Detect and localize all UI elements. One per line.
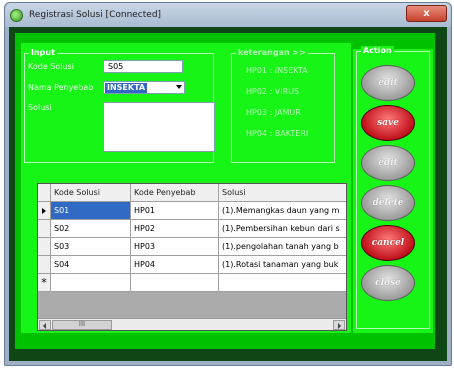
arrow-right-icon — [338, 323, 341, 329]
form-inner-background: Input Kode Solusi S05 Nama Penyebab INSE… — [15, 33, 435, 349]
row-header[interactable] — [38, 238, 51, 256]
close-window-button[interactable]: x — [406, 5, 447, 22]
client-area: Input Kode Solusi S05 Nama Penyebab INSE… — [9, 27, 447, 361]
keterangan-item: HP04 : BAKTERI — [246, 129, 309, 138]
close-button[interactable]: close — [361, 265, 415, 301]
edit-button[interactable]: edit — [361, 65, 415, 101]
cell-kode-solusi[interactable]: S01 — [51, 202, 131, 220]
current-row-pointer-icon — [42, 208, 46, 214]
cell-kode-solusi[interactable]: S03 — [51, 238, 131, 256]
delete-button[interactable]: delete — [361, 185, 415, 221]
action-panel: Action edit save edit delete cancel clos… — [353, 46, 433, 333]
arrow-left-icon — [43, 323, 46, 329]
cell-solusi[interactable]: (1).Pembersihan kebun dari s — [219, 220, 346, 238]
table-row[interactable]: S01 HP01 (1).Memangkas daun yang m — [38, 202, 346, 220]
keterangan-item: HP03 : JAMUR — [246, 108, 301, 117]
edit-button-2[interactable]: edit — [361, 145, 415, 181]
cell-kode-penyebab[interactable]: HP03 — [131, 238, 219, 256]
app-window: Registrasi Solusi [Connected] x Input Ko… — [4, 2, 452, 366]
table-row[interactable]: S02 HP02 (1).Pembersihan kebun dari s — [38, 220, 346, 238]
keterangan-item: HP01 : INSEKTA — [246, 66, 308, 75]
kode-solusi-label: Kode Solusi — [28, 62, 74, 71]
keterangan-item: HP02 : VIRUS — [246, 87, 300, 96]
keterangan-groupbox: keterangan >> HP01 : INSEKTA HP02 : VIRU… — [231, 48, 335, 163]
input-legend: Input — [29, 48, 57, 57]
window-title: Registrasi Solusi [Connected] — [29, 10, 162, 20]
scroll-left-button[interactable] — [39, 320, 51, 330]
solusi-datagrid[interactable]: Kode Solusi Kode Penyebab Solusi S01 HP0… — [37, 183, 347, 331]
table-row[interactable]: S04 HP04 (1).Rotasi tanaman yang buk — [38, 256, 346, 274]
cell-kode-penyebab[interactable]: HP01 — [131, 202, 219, 220]
cell-kode-penyebab[interactable]: HP02 — [131, 220, 219, 238]
kode-solusi-input[interactable]: S05 — [103, 60, 183, 73]
input-groupbox: Input Kode Solusi S05 Nama Penyebab INSE… — [24, 48, 215, 163]
new-row[interactable]: * — [38, 274, 346, 292]
cell-solusi[interactable]: (1).Memangkas daun yang m — [219, 202, 346, 220]
app-icon — [10, 8, 23, 22]
cell-solusi[interactable] — [219, 274, 346, 292]
cell-kode-penyebab[interactable]: HP04 — [131, 256, 219, 274]
cell-kode-penyebab[interactable] — [131, 274, 219, 292]
scroll-thumb[interactable]: III — [52, 320, 112, 330]
cell-kode-solusi[interactable]: S02 — [51, 220, 131, 238]
title-bar: Registrasi Solusi [Connected] x — [5, 3, 451, 27]
nama-penyebab-combobox[interactable]: INSEKTA — [103, 81, 185, 94]
row-header[interactable] — [38, 220, 51, 238]
column-header-kode-penyebab[interactable]: Kode Penyebab — [131, 184, 219, 202]
scroll-right-button[interactable] — [333, 320, 345, 330]
column-header-kode-solusi[interactable]: Kode Solusi — [51, 184, 131, 202]
action-legend: Action — [361, 46, 394, 55]
grid-header-row: Kode Solusi Kode Penyebab Solusi — [38, 184, 346, 202]
table-row[interactable]: S03 HP03 (1).pengolahan tanah yang b — [38, 238, 346, 256]
save-button[interactable]: save — [361, 105, 415, 141]
cell-kode-solusi[interactable]: S04 — [51, 256, 131, 274]
cancel-button[interactable]: cancel — [361, 225, 415, 261]
row-header[interactable] — [38, 202, 51, 220]
solusi-label: Solusi — [28, 103, 52, 112]
horizontal-scrollbar[interactable]: III — [38, 318, 346, 330]
nama-penyebab-value: INSEKTA — [105, 83, 148, 93]
column-header-solusi[interactable]: Solusi — [219, 184, 346, 202]
new-row-asterisk-icon: * — [38, 274, 51, 292]
nama-penyebab-label: Nama Penyebab — [28, 83, 94, 92]
cell-kode-solusi[interactable] — [51, 274, 131, 292]
solusi-textarea[interactable] — [103, 102, 215, 152]
row-header-corner — [38, 184, 51, 202]
keterangan-legend: keterangan >> — [236, 48, 308, 57]
row-header[interactable] — [38, 256, 51, 274]
chevron-down-icon[interactable] — [176, 85, 182, 89]
cell-solusi[interactable]: (1).Rotasi tanaman yang buk — [219, 256, 346, 274]
cell-solusi[interactable]: (1).pengolahan tanah yang b — [219, 238, 346, 256]
